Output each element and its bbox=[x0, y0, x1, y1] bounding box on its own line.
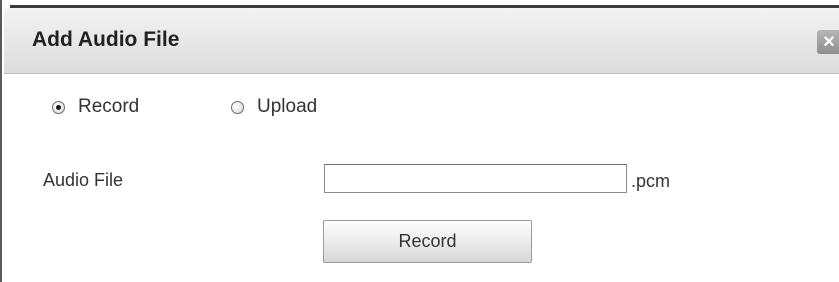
close-button[interactable]: × bbox=[817, 30, 839, 54]
close-icon: × bbox=[823, 31, 835, 53]
dialog-titlebar: Add Audio File bbox=[4, 8, 839, 74]
upload-radio-label: Upload bbox=[257, 96, 318, 117]
dialog-title: Add Audio File bbox=[32, 28, 180, 51]
window-top-edge bbox=[2, 0, 839, 8]
audio-file-input[interactable] bbox=[324, 164, 627, 193]
audio-file-label: Audio File bbox=[43, 170, 124, 190]
record-radio-option[interactable]: Record bbox=[52, 95, 139, 119]
record-radio[interactable] bbox=[52, 100, 65, 114]
file-extension-label: .pcm bbox=[631, 171, 671, 191]
add-audio-file-dialog: Add Audio File × Record Upload Audio Fil… bbox=[0, 0, 839, 282]
upload-radio-option[interactable]: Upload bbox=[231, 95, 317, 119]
upload-radio[interactable] bbox=[231, 100, 244, 114]
record-button[interactable]: Record bbox=[323, 220, 532, 263]
record-radio-label: Record bbox=[78, 96, 140, 117]
